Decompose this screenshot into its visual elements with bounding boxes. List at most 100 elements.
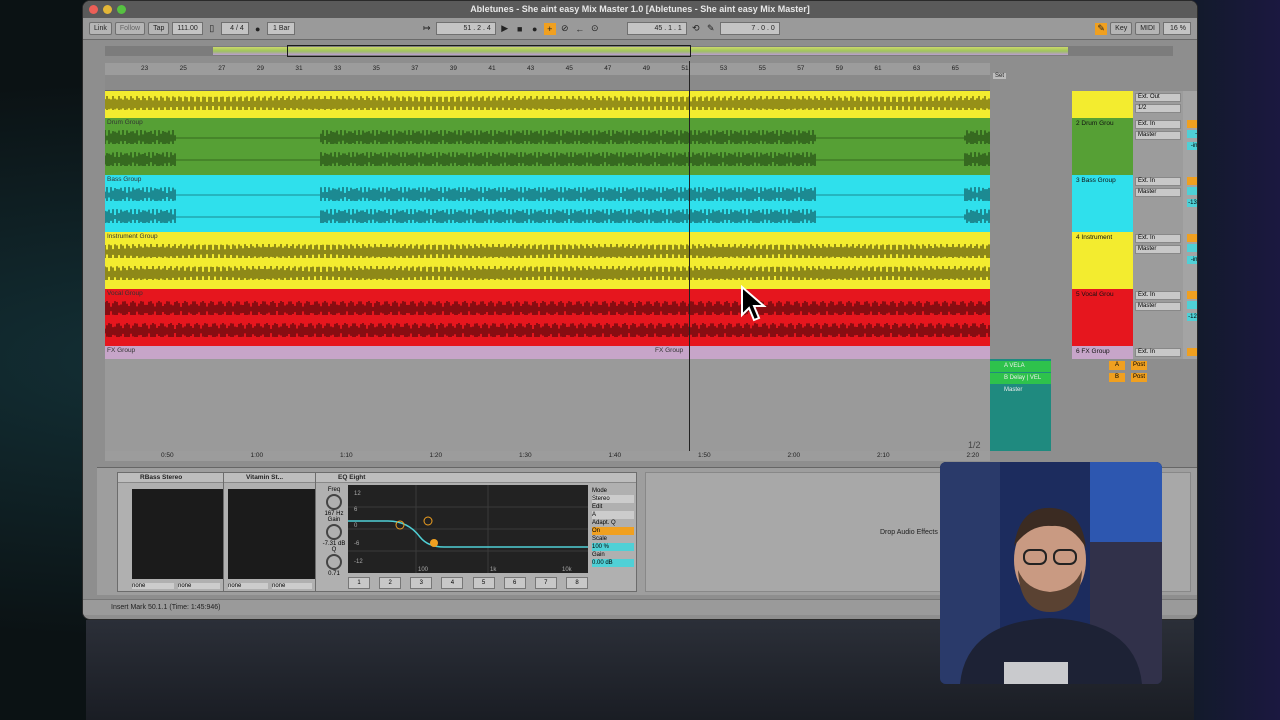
return-activator[interactable]: A	[1109, 361, 1125, 370]
chain-select[interactable]: none	[272, 583, 312, 589]
follow-arrow-icon[interactable]: ↦	[421, 23, 433, 35]
io-select-input[interactable]: Ext. In	[1135, 234, 1181, 243]
mode-select[interactable]: Stereo	[592, 495, 634, 503]
adapt-q-toggle[interactable]: On	[592, 527, 634, 535]
eq-band-selector[interactable]: 3	[410, 577, 433, 589]
return-track-header[interactable]: B Delay | VEL	[990, 373, 1051, 384]
loop-start-field[interactable]: 45 . 1 . 1	[626, 22, 687, 35]
track-lane[interactable]: Vocal Group	[105, 289, 990, 346]
link-button[interactable]: Link	[89, 22, 112, 35]
gain-knob[interactable]	[326, 524, 342, 540]
loop-icon[interactable]: ⟲	[690, 23, 702, 35]
io-select-output[interactable]: Master	[1135, 131, 1181, 140]
eq-band-selector[interactable]: 6	[503, 577, 526, 589]
tap-button[interactable]: Tap	[148, 22, 170, 35]
return-track-header[interactable]: A VELA	[990, 361, 1051, 372]
stop-icon[interactable]: ■	[514, 23, 526, 35]
back-to-arrangement-icon[interactable]: ←	[574, 23, 586, 35]
eq-band-selector[interactable]: 4	[441, 577, 464, 589]
track-header[interactable]: 4 Instrument	[1072, 232, 1133, 289]
time-signature-field[interactable]: 4 / 4	[220, 22, 249, 35]
tempo-field[interactable]: 111.00	[172, 22, 203, 35]
track-activator[interactable]: 2	[1187, 120, 1197, 128]
eq-band-selector[interactable]: 7	[534, 577, 557, 589]
metronome-toggle-icon[interactable]: ●	[252, 23, 264, 35]
track-lane[interactable]	[105, 91, 990, 118]
eq-band-selector[interactable]: 8	[565, 577, 588, 589]
eq-eight-device[interactable]: EQ Eight Freq 167 Hz Gain -7.31 dB Q 0.7…	[315, 472, 637, 592]
scale-value[interactable]: 100 %	[592, 543, 634, 551]
io-select-input[interactable]: Ext. In	[1135, 291, 1181, 300]
eq-band-selector[interactable]: 1	[348, 577, 370, 589]
minimize-button[interactable]	[103, 5, 112, 14]
time-ruler[interactable]: 0:50 1:00 1:10 1:20 1:30 1:40 1:50 2:00 2:10 2:20	[105, 451, 990, 461]
follow-button[interactable]: Follow	[114, 22, 146, 35]
key-map-button[interactable]: Key	[1110, 22, 1133, 35]
track-name[interactable]: 3 Bass Group	[1076, 177, 1116, 184]
return-track-header[interactable]: Master	[990, 385, 1051, 396]
q-knob[interactable]	[326, 554, 342, 570]
track-name[interactable]: 2 Drum Grou	[1076, 120, 1114, 127]
quantize-field[interactable]: 1 Bar	[266, 22, 295, 35]
io-select-input[interactable]: Ext. In	[1135, 120, 1181, 129]
track-activator[interactable]: 4	[1187, 234, 1197, 242]
track-header[interactable]	[1072, 91, 1133, 118]
track-activator[interactable]: 3	[1187, 177, 1197, 185]
midi-map-button[interactable]: MIDI	[1135, 22, 1160, 35]
close-button[interactable]	[89, 5, 98, 14]
return-activator[interactable]: B	[1109, 373, 1125, 382]
track-lane[interactable]: Drum Group	[105, 118, 990, 175]
position-field[interactable]: 51 . 2 . 4	[435, 22, 496, 35]
io-select-input[interactable]: Ext. In	[1135, 177, 1181, 186]
arrangement-overview[interactable]	[105, 45, 1173, 57]
track-name[interactable]: 6 FX Group	[1076, 348, 1110, 355]
zoom-button[interactable]	[117, 5, 126, 14]
loop-brace[interactable]	[105, 75, 990, 91]
send-field[interactable]: -inf	[1187, 142, 1197, 150]
volume-field[interactable]: -22.2	[1187, 130, 1197, 138]
set-locator-label[interactable]: Set	[993, 73, 1007, 79]
overview-selection[interactable]	[287, 45, 691, 57]
eq-band-point-selected[interactable]	[430, 539, 438, 547]
track-lane[interactable]: Instrument Group	[105, 232, 990, 289]
draw-mode-icon[interactable]: ✎	[705, 23, 717, 35]
send-mode-button[interactable]: Post	[1131, 361, 1147, 370]
io-select-input[interactable]: Ext. Out	[1135, 93, 1181, 102]
send-field[interactable]: -13.0	[1187, 199, 1197, 207]
io-select-output[interactable]: Master	[1135, 188, 1181, 197]
track-lane[interactable]: FX Group FX Group	[105, 346, 990, 359]
io-select-output[interactable]: Master	[1135, 245, 1181, 254]
eq-display[interactable]: 12 6 0 -6 -12 100 1k 10k	[348, 485, 588, 573]
q-value[interactable]: 0.71	[322, 571, 346, 577]
chain-select[interactable]: none	[132, 583, 174, 589]
rack-device-rbass[interactable]: RBass Stereo none none	[117, 472, 227, 592]
track-name[interactable]: 4 Instrument	[1076, 234, 1112, 241]
rack-device-vitamin[interactable]: Vitamin St... none none	[223, 472, 319, 592]
loop-length-field[interactable]: 7 . 0 . 0	[719, 22, 780, 35]
bar-ruler[interactable]: 23 25 27 29 31 33 35 37 39 41 43 45 47 49 51 53 55 57 59 61…	[105, 63, 990, 75]
overdub-icon[interactable]: +	[543, 22, 556, 35]
send-field[interactable]: -inf	[1187, 256, 1197, 264]
volume-field[interactable]: -3.7	[1187, 301, 1197, 309]
send-field[interactable]: -12.0	[1187, 313, 1197, 321]
track-activator[interactable]: 5	[1187, 291, 1197, 299]
eq-band-selector[interactable]: 2	[379, 577, 402, 589]
capture-icon[interactable]: ⊙	[589, 23, 601, 35]
volume-field[interactable]: -6.0	[1187, 244, 1197, 252]
track-header[interactable]: 3 Bass Group	[1072, 175, 1133, 232]
chain-select[interactable]: none	[178, 583, 220, 589]
record-icon[interactable]: ●	[529, 23, 541, 35]
play-icon[interactable]: ▶	[499, 23, 511, 35]
clip-label[interactable]: FX Group	[655, 347, 683, 354]
pencil-icon[interactable]: ✎	[1095, 22, 1108, 35]
io-select-input[interactable]: Ext. In	[1135, 348, 1181, 357]
eq-band-selector[interactable]: 5	[472, 577, 495, 589]
edit-toggle[interactable]: A	[592, 511, 634, 519]
track-header[interactable]: 6 FX Group	[1072, 346, 1133, 359]
io-select-channel[interactable]: 1/2	[1135, 104, 1181, 113]
track-activator[interactable]: 6	[1187, 348, 1197, 356]
output-gain-value[interactable]: 0.00 dB	[592, 559, 634, 567]
empty-arrangement-area[interactable]	[105, 359, 990, 451]
volume-field[interactable]: -2.4	[1187, 187, 1197, 195]
metronome-icon[interactable]: ▯	[206, 23, 218, 35]
